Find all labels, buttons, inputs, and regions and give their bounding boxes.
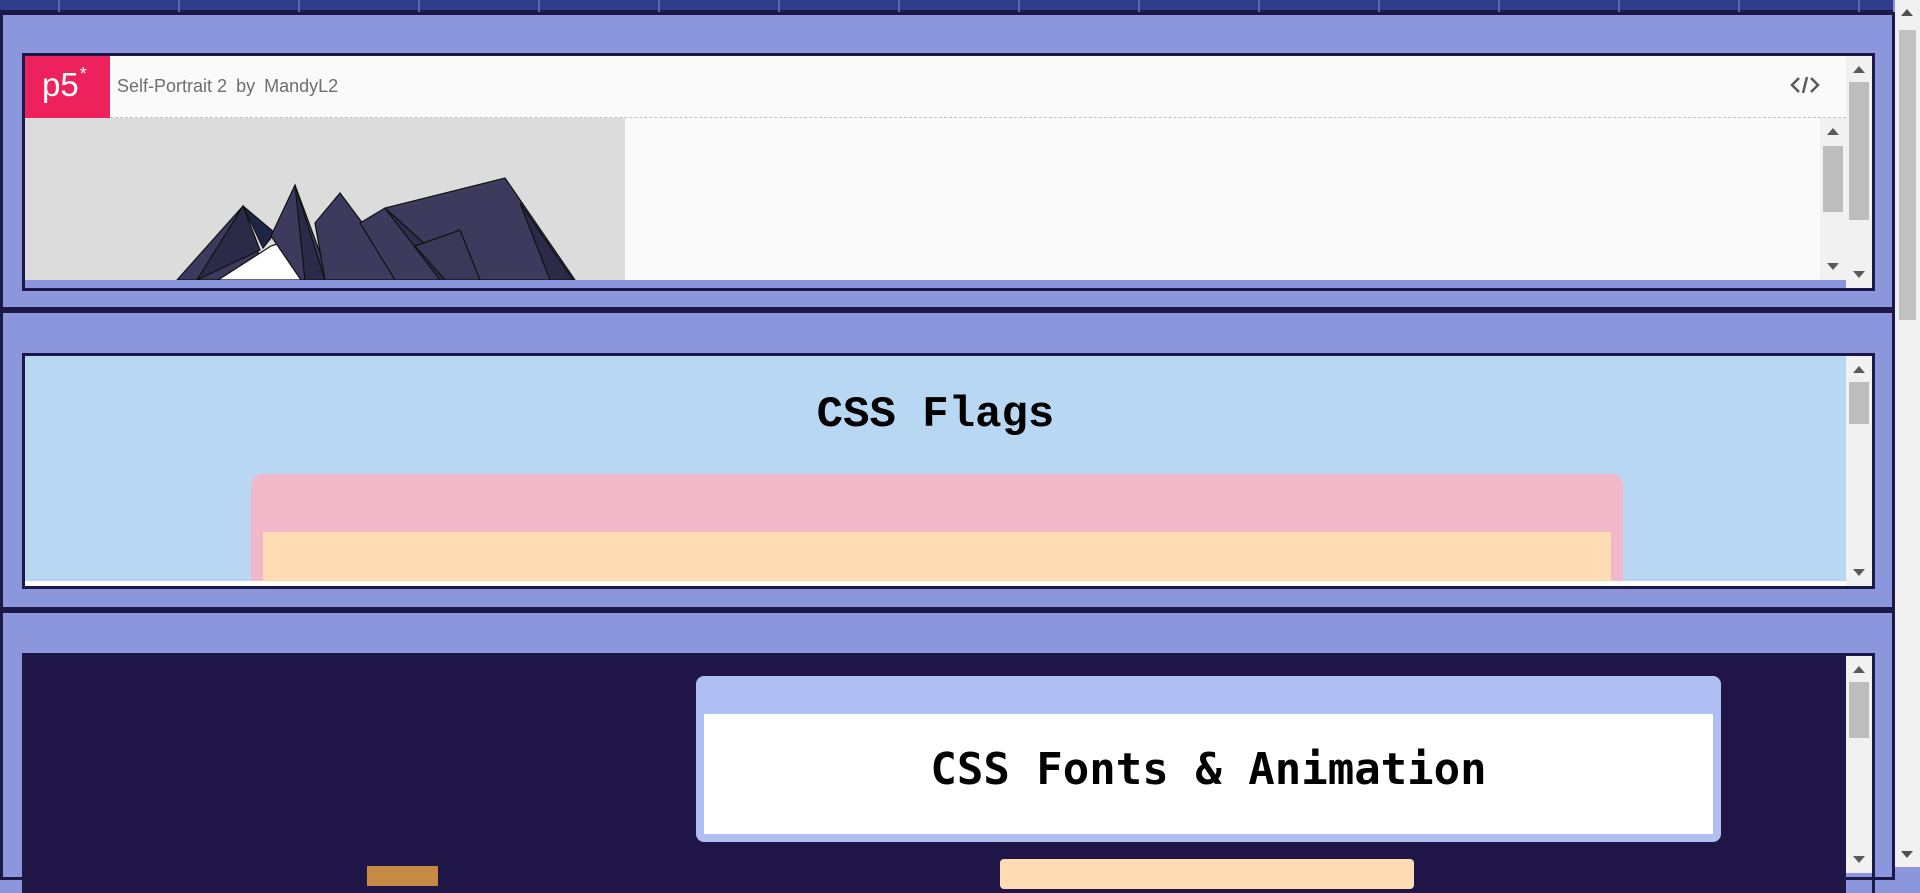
by-label: by bbox=[236, 76, 256, 96]
strip-divider bbox=[1858, 0, 1860, 12]
sketch-author[interactable]: MandyL2 bbox=[264, 76, 338, 96]
strip-divider bbox=[1018, 0, 1020, 12]
css-flags-heading: CSS Flags bbox=[816, 390, 1055, 440]
strip-divider bbox=[1618, 0, 1620, 12]
p5-logo-asterisk: * bbox=[79, 64, 87, 84]
peach-block bbox=[1000, 859, 1414, 889]
scroll-down-icon[interactable] bbox=[1901, 851, 1913, 858]
scroll-up-icon[interactable] bbox=[1827, 128, 1839, 135]
strip-divider bbox=[898, 0, 900, 12]
embed-scrollbar[interactable] bbox=[1846, 56, 1872, 288]
scroll-up-icon[interactable] bbox=[1853, 666, 1865, 673]
css-flags-page: CSS Flags bbox=[25, 356, 1846, 586]
css-fonts-heading: CSS Fonts & Animation bbox=[930, 744, 1487, 795]
css-fonts-page: CSS Fonts & Animation bbox=[25, 656, 1846, 893]
fonts-title-inner: CSS Fonts & Animation bbox=[704, 714, 1713, 834]
scroll-up-icon[interactable] bbox=[1853, 66, 1865, 73]
scroll-up-icon[interactable] bbox=[1853, 366, 1865, 373]
strip-divider bbox=[1258, 0, 1260, 12]
project-panel-self-portrait: p5* Self-Portrait 2 by MandyL2 bbox=[0, 12, 1895, 310]
page-edge bbox=[25, 581, 1846, 586]
scroll-down-icon[interactable] bbox=[1853, 569, 1865, 576]
flag-card bbox=[251, 474, 1623, 586]
top-strip bbox=[0, 0, 1893, 12]
strip-divider bbox=[58, 0, 60, 12]
scrollbar-thumb[interactable] bbox=[1849, 382, 1869, 424]
project-panel-css-flags: CSS Flags bbox=[0, 310, 1895, 610]
scrollbar-thumb[interactable] bbox=[1849, 82, 1869, 220]
strip-divider bbox=[1138, 0, 1140, 12]
project-panel-css-fonts: CSS Fonts & Animation bbox=[0, 610, 1895, 893]
fonts-title-card: CSS Fonts & Animation bbox=[696, 676, 1721, 842]
p5-embed-blank-area bbox=[625, 118, 1846, 280]
strip-divider bbox=[538, 0, 540, 12]
scrollbar-thumb[interactable] bbox=[1823, 146, 1843, 212]
p5-logo-text: p5 bbox=[42, 66, 79, 103]
scroll-down-icon[interactable] bbox=[1827, 263, 1839, 270]
embed-scrollbar[interactable] bbox=[1846, 356, 1872, 586]
strip-divider bbox=[778, 0, 780, 12]
css-flags-embed-frame[interactable]: CSS Flags bbox=[22, 353, 1875, 589]
sketch-canvas[interactable] bbox=[25, 118, 625, 280]
strip-divider bbox=[1738, 0, 1740, 12]
css-fonts-embed-frame[interactable]: CSS Fonts & Animation bbox=[22, 653, 1875, 893]
p5-embed-frame[interactable]: p5* Self-Portrait 2 by MandyL2 bbox=[22, 53, 1875, 291]
sketch-scrollbar[interactable] bbox=[1820, 118, 1846, 280]
sketch-title-line: Self-Portrait 2 by MandyL2 bbox=[117, 76, 338, 97]
embed-scrollbar[interactable] bbox=[1846, 656, 1872, 873]
strip-divider bbox=[178, 0, 180, 12]
strip-divider bbox=[658, 0, 660, 12]
scroll-up-icon[interactable] bbox=[1901, 9, 1913, 16]
scroll-down-icon[interactable] bbox=[1853, 856, 1865, 863]
p5-embed-header: p5* Self-Portrait 2 by MandyL2 bbox=[25, 56, 1846, 118]
page-scrollbar[interactable] bbox=[1895, 0, 1920, 867]
orange-block bbox=[367, 866, 438, 886]
flag-stripe bbox=[263, 532, 1611, 586]
p5-logo[interactable]: p5* bbox=[25, 56, 110, 118]
scrollbar-thumb[interactable] bbox=[1849, 682, 1869, 738]
strip-divider bbox=[298, 0, 300, 12]
strip-divider bbox=[1378, 0, 1380, 12]
strip-divider bbox=[418, 0, 420, 12]
sketch-title[interactable]: Self-Portrait 2 bbox=[117, 76, 227, 96]
scroll-down-icon[interactable] bbox=[1853, 271, 1865, 278]
strip-divider bbox=[1498, 0, 1500, 12]
scrollbar-thumb[interactable] bbox=[1899, 30, 1916, 320]
code-brackets-icon[interactable] bbox=[1790, 74, 1820, 101]
